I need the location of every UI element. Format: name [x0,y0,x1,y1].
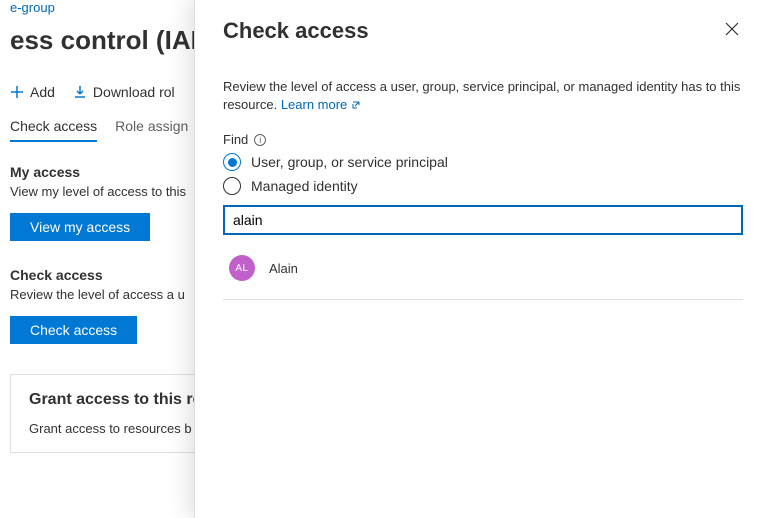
plus-icon [10,85,24,99]
close-button[interactable] [721,18,743,40]
radio-icon [223,153,241,171]
check-access-panel: Check access Review the level of access … [194,0,769,518]
panel-desc: Review the level of access a user, group… [223,78,743,114]
find-label: Find i [223,132,743,147]
radio-user-group[interactable]: User, group, or service principal [223,153,743,171]
download-icon [73,85,87,99]
breadcrumb[interactable]: e-group [10,0,55,15]
tab-check-access[interactable]: Check access [10,118,97,142]
add-label: Add [30,84,55,100]
external-link-icon [351,100,361,110]
view-my-access-button[interactable]: View my access [10,213,150,241]
close-icon [725,22,739,36]
radio-managed-identity[interactable]: Managed identity [223,177,743,195]
divider [223,299,743,300]
panel-title: Check access [223,18,369,44]
add-button[interactable]: Add [10,84,55,100]
search-input[interactable] [223,205,743,235]
result-name: Alain [269,261,298,276]
info-icon[interactable]: i [254,134,266,146]
radio-user-label: User, group, or service principal [251,154,448,170]
radio-managed-label: Managed identity [251,178,358,194]
tab-role-assignments[interactable]: Role assign [115,118,188,142]
download-button[interactable]: Download rol [73,84,175,100]
download-label: Download rol [93,84,175,100]
radio-icon [223,177,241,195]
search-result[interactable]: AL Alain [223,251,743,285]
learn-more-link[interactable]: Learn more [281,97,361,112]
check-access-button[interactable]: Check access [10,316,137,344]
avatar: AL [229,255,255,281]
